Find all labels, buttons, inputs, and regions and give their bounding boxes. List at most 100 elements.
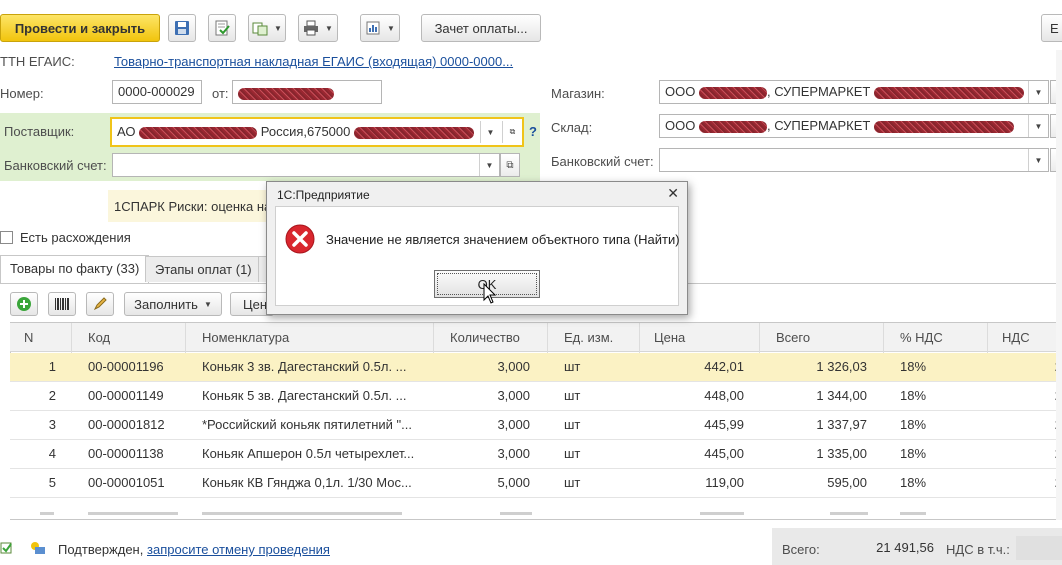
ttn-link[interactable]: Товарно-транспортная накладная ЕГАИС (вх… <box>114 54 513 69</box>
barcode-button[interactable] <box>48 292 76 316</box>
ttn-label: ТТН ЕГАИС: <box>0 54 75 69</box>
redacted-mark <box>238 87 334 100</box>
print-button[interactable]: ▼ <box>298 14 338 42</box>
cell-nomenclature: Коньяк КВ Гянджа 0,1л. 1/30 Мос... <box>202 475 412 490</box>
warehouse-field[interactable]: ООО , СУПЕРМАРКЕТ ▼ <box>659 114 1049 138</box>
chevron-down-icon[interactable]: ▼ <box>1028 149 1048 171</box>
open-icon[interactable]: ⧉ <box>500 153 520 177</box>
scrollbar[interactable] <box>1056 50 1062 520</box>
save-button[interactable] <box>168 14 196 42</box>
store-suffix: , СУПЕРМАРКЕТ <box>766 84 871 99</box>
cell-total: 1 335,00 <box>816 446 867 461</box>
dialog-body: Значение не является значением объектног… <box>275 206 680 306</box>
number-label: Номер: <box>0 86 44 101</box>
table-row-partial[interactable] <box>10 498 1062 520</box>
tab-goods-actual[interactable]: Товары по факту (33) <box>0 255 150 283</box>
supplier-field[interactable]: АО Россия,675000 ▼ ⧉ <box>110 117 524 147</box>
cell-quantity: 5,000 <box>497 475 530 490</box>
reports-button[interactable]: ▼ <box>360 14 400 42</box>
chevron-down-icon[interactable]: ▼ <box>1028 81 1048 103</box>
help-icon[interactable]: ? <box>529 124 537 139</box>
chevron-down-icon[interactable]: ▼ <box>480 121 500 143</box>
fill-button[interactable]: Заполнить ▼ <box>124 292 222 316</box>
warehouse-suffix: , СУПЕРМАРКЕТ <box>766 118 871 133</box>
store-field[interactable]: ООО , СУПЕРМАРКЕТ ▼ <box>659 80 1049 104</box>
redacted-mark <box>139 126 258 139</box>
chevron-down-icon[interactable]: ▼ <box>1028 115 1048 137</box>
clipped-text <box>700 512 744 515</box>
total-value: 21 491,56 <box>828 536 938 560</box>
cell-vat: 2 <box>988 411 1062 439</box>
column-header-vat-rate[interactable]: % НДС <box>884 323 988 353</box>
payment-offset-button[interactable]: Зачет оплаты... <box>421 14 541 42</box>
cell-vat: 2 <box>988 469 1062 497</box>
table-row[interactable]: 4 00-00001138 Коньяк Апшерон 0.5л четыре… <box>10 440 1062 469</box>
cell-total: 1 344,00 <box>816 388 867 403</box>
chevron-down-icon: ▼ <box>325 23 333 33</box>
cell-total: 1 337,97 <box>816 417 867 432</box>
post-and-close-button[interactable]: Провести и закрыть <box>0 14 160 42</box>
store-prefix: ООО <box>665 84 696 99</box>
cell-code: 00-00001051 <box>88 475 165 490</box>
date-field[interactable] <box>232 80 382 104</box>
cell-vat-rate: 18% <box>900 388 927 403</box>
open-icon[interactable]: ⧉ <box>502 121 522 143</box>
cell-quantity: 3,000 <box>497 417 530 432</box>
supplier-prefix: АО <box>117 124 136 139</box>
cell-code: 00-00001149 <box>88 388 164 403</box>
cancel-posting-link[interactable]: запросите отмену проведения <box>147 542 330 557</box>
discrepancy-checkbox[interactable] <box>0 231 13 244</box>
cell-vat: 2 <box>988 353 1062 381</box>
cell-nomenclature: Коньяк 3 зв. Дагестанский 0.5л. ... <box>202 359 407 374</box>
bank-account-right-field[interactable]: ▼ <box>659 148 1049 172</box>
vat-total-label: НДС в т.ч.: <box>946 542 1010 557</box>
table-row[interactable]: 3 00-00001812 *Российский коньяк пятилет… <box>10 411 1062 440</box>
table-row[interactable]: 5 00-00001051 Коньяк КВ Гянджа 0,1л. 1/3… <box>10 469 1062 498</box>
column-header-total[interactable]: Всего <box>760 323 884 353</box>
cell-price: 445,00 <box>704 446 744 461</box>
post-document-button[interactable] <box>208 14 236 42</box>
more-button[interactable]: Е <box>1041 14 1062 42</box>
post-document-icon <box>215 20 230 36</box>
cell-code: 00-00001196 <box>88 359 164 374</box>
clipped-text <box>40 512 54 515</box>
redacted-mark <box>873 120 1014 133</box>
report-icon <box>366 21 380 35</box>
tab-payment-stages[interactable]: Этапы оплат (1) <box>145 256 262 282</box>
number-field[interactable]: 0000-000029 <box>112 80 202 104</box>
bank-account-field[interactable]: ▼ <box>112 153 500 177</box>
cell-vat-rate: 18% <box>900 475 927 490</box>
error-icon <box>285 224 315 257</box>
cell-n: 3 <box>48 417 56 432</box>
cell-nomenclature: Коньяк Апшерон 0.5л четырехлет... <box>202 446 415 461</box>
column-header-price[interactable]: Цена <box>640 323 760 353</box>
column-header-n[interactable]: N <box>10 323 72 353</box>
spark-risk-text[interactable]: 1СПАРК Риски: оценка на <box>114 199 271 214</box>
cell-price: 442,01 <box>704 359 744 374</box>
chevron-down-icon[interactable]: ▼ <box>479 154 499 176</box>
chevron-down-icon: ▼ <box>387 23 395 33</box>
column-header-quantity[interactable]: Количество <box>434 323 548 353</box>
column-header-unit[interactable]: Ед. изм. <box>548 323 640 353</box>
close-icon[interactable]: ✕ <box>667 185 679 202</box>
error-dialog: 1С:Предприятие ✕ Значение не является зн… <box>266 181 688 315</box>
add-row-button[interactable] <box>10 292 38 316</box>
edit-button[interactable] <box>86 292 114 316</box>
printer-icon <box>304 20 319 36</box>
table-row[interactable]: 2 00-00001149 Коньяк 5 зв. Дагестанский … <box>10 382 1062 411</box>
cell-unit: шт <box>564 417 581 432</box>
cell-price: 445,99 <box>704 417 744 432</box>
cell-n: 2 <box>48 388 56 403</box>
table-row[interactable]: 1 00-00001196 Коньяк 3 зв. Дагестанский … <box>10 353 1062 382</box>
column-header-vat[interactable]: НДС <box>988 323 1062 353</box>
cell-price: 119,00 <box>705 475 744 490</box>
clipped-text <box>900 512 926 515</box>
column-header-nomenclature[interactable]: Номенклатура <box>186 323 434 353</box>
create-based-on-button[interactable]: ▼ <box>248 14 286 42</box>
column-header-code[interactable]: Код <box>72 323 186 353</box>
cell-quantity: 3,000 <box>497 446 530 461</box>
egais-icon <box>29 540 47 559</box>
dialog-message: Значение не является значением объектног… <box>326 232 680 247</box>
supplier-label: Поставщик: <box>4 124 75 139</box>
cell-unit: шт <box>564 475 581 490</box>
